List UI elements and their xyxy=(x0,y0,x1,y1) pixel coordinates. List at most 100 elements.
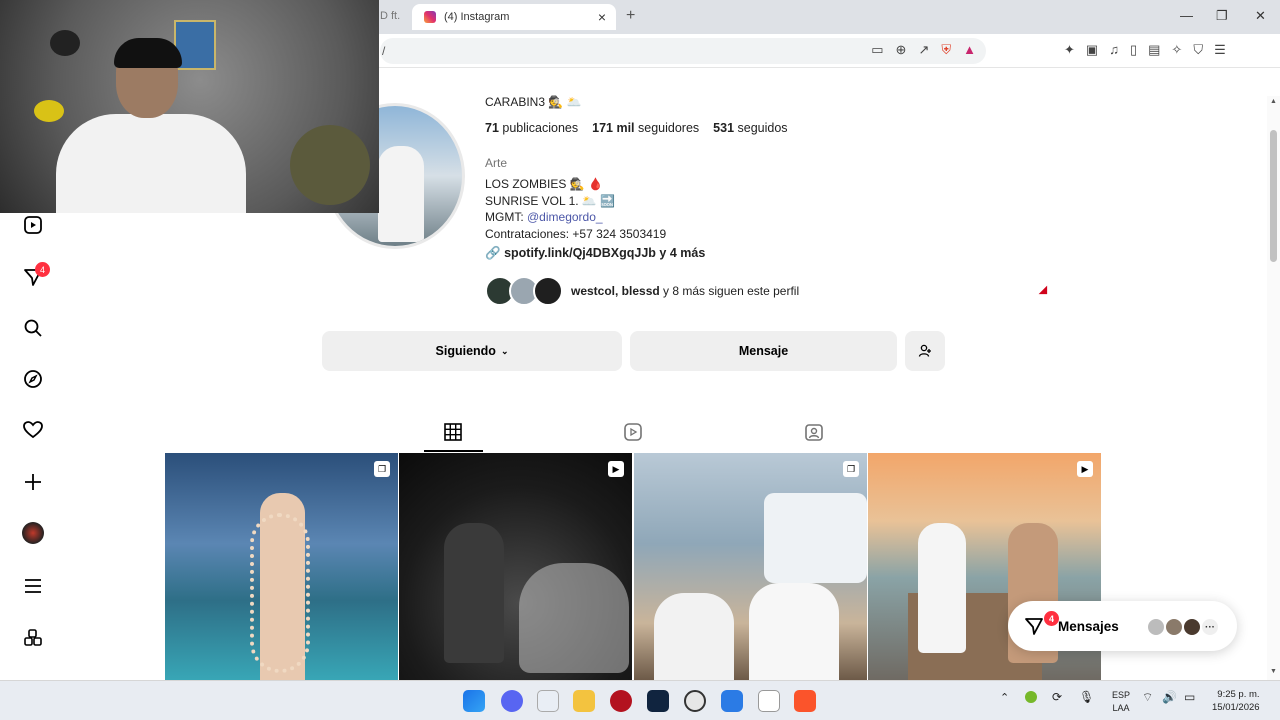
battery-icon[interactable]: ▭ xyxy=(1184,690,1195,704)
follower-avatar xyxy=(533,276,563,306)
microphone-icon[interactable]: 🎙 xyxy=(1079,690,1094,704)
following-button[interactable]: Siguiendo ⌄ xyxy=(322,331,622,371)
followed-by-names: westcol, blessd xyxy=(571,284,660,298)
language-indicator[interactable]: ESP LAA xyxy=(1112,689,1130,715)
tray-expand-icon[interactable]: ⌃ xyxy=(1000,691,1009,704)
brave-icon[interactable] xyxy=(794,690,816,712)
tab-title: (4) Instagram xyxy=(444,11,510,23)
reel-icon: ▶ xyxy=(608,461,624,477)
send-icon xyxy=(1025,618,1043,635)
profile-avatar[interactable] xyxy=(22,522,44,544)
message-avatar xyxy=(1182,617,1202,637)
app-red-icon[interactable] xyxy=(610,690,632,712)
messages-label: Mensajes xyxy=(1058,618,1119,634)
brave-rewards-icon[interactable]: ▲ xyxy=(963,42,976,58)
tab-posts-grid-icon[interactable] xyxy=(441,420,465,444)
close-window-button[interactable]: ✕ xyxy=(1255,8,1266,24)
profile-stats: 71 publicaciones 171 mil seguidores 531 … xyxy=(485,121,788,135)
reel-icon: ▶ xyxy=(1077,461,1093,477)
music-icon[interactable]: ♫ xyxy=(1109,42,1119,58)
bio-line-1: LOS ZOMBIES 🕵️ 🩸 xyxy=(485,177,603,191)
tab-tagged-icon[interactable] xyxy=(802,420,826,444)
active-tab[interactable]: (4) Instagram × xyxy=(412,4,616,30)
vpn-icon[interactable]: ⛉ xyxy=(1193,42,1203,58)
zoom-icon[interactable]: ⊕ xyxy=(896,42,907,58)
minimize-button[interactable]: — xyxy=(1180,8,1193,23)
bio-contact: Contrataciones: +57 324 3503419 xyxy=(485,226,667,241)
file-explorer-icon[interactable] xyxy=(573,690,595,712)
volume-icon[interactable]: 🔊 xyxy=(1162,690,1177,704)
carousel-icon: ❐ xyxy=(843,461,859,477)
create-icon[interactable] xyxy=(21,470,45,494)
webcam-overlay xyxy=(0,0,379,213)
sidebar-icon[interactable]: ▯ xyxy=(1130,42,1137,58)
address-bar[interactable]: / ▭ ⊕ ↗ ⛨ ▲ xyxy=(380,38,986,64)
active-tab-indicator xyxy=(424,450,483,452)
more-menu-icon[interactable] xyxy=(21,574,45,598)
reader-icon[interactable]: ▣ xyxy=(1086,42,1098,58)
tray-app-icon[interactable] xyxy=(1025,691,1037,703)
url-text: / xyxy=(382,44,386,58)
followers-stat[interactable]: 171 mil seguidores xyxy=(592,121,699,135)
leo-ai-icon[interactable]: ✧ xyxy=(1171,42,1182,58)
discord-icon[interactable] xyxy=(501,690,523,712)
message-avatar xyxy=(1164,617,1184,637)
post-thumbnail[interactable]: ▶ xyxy=(399,453,632,680)
message-avatar xyxy=(1146,617,1166,637)
store-icon[interactable] xyxy=(537,690,559,712)
apps-icon[interactable] xyxy=(21,626,45,650)
profile-name: CARABIN3 🕵️ 🌥️ xyxy=(485,95,582,109)
add-user-icon xyxy=(918,344,931,357)
content-tabs xyxy=(0,416,1280,452)
close-tab-icon[interactable]: × xyxy=(598,9,606,25)
menu-icon[interactable]: ☰ xyxy=(1214,42,1226,58)
start-icon[interactable] xyxy=(463,690,485,712)
app-circle-icon[interactable] xyxy=(684,690,706,712)
taskbar: ⌃ ⟳ 🎙 ESP LAA ⌔ 🔊 ▭ 9:25 p. m. 15/01/2026 xyxy=(0,680,1280,720)
followed-by-rest: y 8 más siguen este perfil xyxy=(659,284,800,298)
screenshot-icon[interactable]: ▭ xyxy=(871,42,883,58)
notification-badge: 4 xyxy=(35,262,50,277)
previous-tab[interactable]: D ft. xyxy=(380,10,400,22)
roblox-icon[interactable] xyxy=(758,690,780,712)
post-thumbnail[interactable]: ❐ xyxy=(634,453,867,680)
search-icon[interactable] xyxy=(21,316,45,340)
add-user-button[interactable] xyxy=(905,331,945,371)
new-tab-button[interactable]: + xyxy=(626,7,635,25)
mgmt-handle-link[interactable]: @dimegordo_ xyxy=(527,210,603,224)
app-blue-icon[interactable] xyxy=(721,690,743,712)
profile-bio: LOS ZOMBIES 🕵️ 🩸 SUNRISE VOL 1. 🌥️ 🔜 MGM… xyxy=(485,176,666,242)
messages-floating-button[interactable]: 4 Mensajes ··· xyxy=(1008,601,1237,651)
instagram-favicon-icon xyxy=(424,11,436,23)
tab-reels-icon[interactable] xyxy=(621,420,645,444)
sync-icon[interactable]: ⟳ xyxy=(1052,690,1062,704)
scrollbar-thumb[interactable] xyxy=(1270,130,1277,262)
carousel-icon: ❐ xyxy=(374,461,390,477)
wifi-icon[interactable]: ⌔ xyxy=(1142,690,1153,705)
followed-by[interactable]: westcol, blessd y 8 más siguen este perf… xyxy=(485,276,799,306)
page-scrollbar[interactable]: ▲ ▼ xyxy=(1267,96,1280,680)
brave-shield-icon[interactable]: ⛨ xyxy=(941,42,951,58)
mouse-cursor xyxy=(1038,285,1052,299)
posts-stat[interactable]: 71 publicaciones xyxy=(485,121,578,135)
chevron-down-icon: ⌄ xyxy=(500,345,509,356)
wallet-icon[interactable]: ▤ xyxy=(1148,42,1160,58)
bio-line-2: SUNRISE VOL 1. 🌥️ 🔜 xyxy=(485,193,616,208)
explore-icon[interactable] xyxy=(21,367,45,391)
share-icon[interactable]: ↗ xyxy=(918,42,929,58)
disney-plus-icon[interactable] xyxy=(647,690,669,712)
plush-toy xyxy=(290,125,370,205)
clock[interactable]: 9:25 p. m. 15/01/2026 xyxy=(1212,688,1260,714)
profile-link[interactable]: 🔗 spotify.link/Qj4DBXgqJJb y 4 más xyxy=(485,246,705,261)
profile-category: Arte xyxy=(485,156,508,170)
reels-icon[interactable] xyxy=(21,213,45,237)
more-icon: ··· xyxy=(1200,617,1220,637)
post-thumbnail[interactable]: ❐ xyxy=(165,453,398,680)
bio-mgmt: MGMT: @dimegordo_ xyxy=(485,210,603,224)
messages-badge: 4 xyxy=(1044,611,1059,626)
following-stat[interactable]: 531 seguidos xyxy=(713,121,787,135)
extensions-icon[interactable]: ✦ xyxy=(1064,42,1075,58)
maximize-button[interactable]: ❐ xyxy=(1216,8,1228,24)
link-icon: 🔗 xyxy=(485,246,501,260)
message-button[interactable]: Mensaje xyxy=(630,331,897,371)
